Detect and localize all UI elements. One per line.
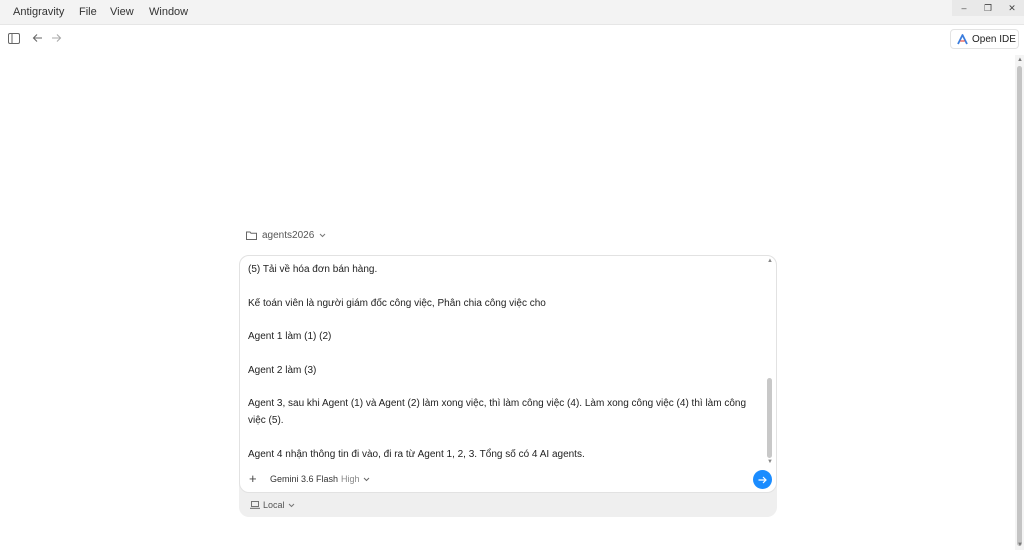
environment-label: Local <box>263 500 285 510</box>
prompt-text[interactable]: (5) Tải về hóa đơn bán hàng. Kế toán viê… <box>248 262 758 464</box>
workspace-name: agents2026 <box>262 229 315 241</box>
send-button[interactable] <box>753 470 772 489</box>
menu-view[interactable]: View <box>110 6 134 18</box>
menu-antigravity[interactable]: Antigravity <box>13 6 64 18</box>
environment-selector[interactable]: Local <box>250 500 295 510</box>
add-context-button[interactable]: + <box>249 472 257 486</box>
arrow-right-icon <box>51 34 61 42</box>
scroll-up-arrow-icon[interactable]: ▲ <box>1016 56 1024 64</box>
restore-button[interactable]: ❐ <box>976 0 1000 16</box>
arrow-left-icon <box>32 34 42 42</box>
chevron-down-icon <box>319 233 326 237</box>
back-button[interactable] <box>30 31 44 45</box>
sidebar-toggle-button[interactable] <box>7 31 21 45</box>
prompt-line: Agent 3, sau khi Agent (1) và Agent (2) … <box>248 398 747 427</box>
chevron-down-icon <box>288 503 294 507</box>
model-selector[interactable]: Gemini 3.6 Flash High <box>270 474 370 484</box>
composer-scroll-down-icon[interactable]: ▼ <box>766 459 774 465</box>
minimize-icon: – <box>961 3 967 13</box>
menubar: Antigravity File View Window – ❐ ✕ <box>0 0 1024 25</box>
prompt-line: (5) Tải về hóa đơn bán hàng. <box>248 264 378 275</box>
open-ide-button[interactable]: Open IDE <box>950 29 1019 49</box>
model-level: High <box>341 474 360 484</box>
arrow-right-icon <box>758 476 767 483</box>
composer-scroll-up-icon[interactable]: ▲ <box>766 258 774 264</box>
workspace-selector[interactable]: agents2026 <box>246 228 326 242</box>
model-name: Gemini 3.6 Flash <box>270 474 339 484</box>
menu-window[interactable]: Window <box>149 6 188 18</box>
laptop-icon <box>250 501 260 509</box>
chevron-down-icon <box>363 477 369 481</box>
prompt-blank-line <box>248 312 758 329</box>
restore-icon: ❐ <box>983 2 993 13</box>
menu-file[interactable]: File <box>79 6 97 18</box>
prompt-blank-line <box>248 380 758 397</box>
app-window: Antigravity File View Window – ❐ ✕ Open … <box>0 0 1024 550</box>
composer-scrollbar-thumb[interactable] <box>767 378 772 458</box>
prompt-blank-line <box>248 279 758 296</box>
sidebar-toggle-icon <box>8 32 20 44</box>
minimize-button[interactable]: – <box>952 0 976 16</box>
forward-button[interactable] <box>49 31 63 45</box>
prompt-blank-line <box>248 346 758 363</box>
open-ide-label: Open IDE <box>972 33 1016 45</box>
prompt-line: Kế toán viên là người giám đốc công việc… <box>248 297 546 309</box>
page-scrollbar-thumb[interactable] <box>1017 66 1022 546</box>
antigravity-logo-icon <box>957 33 968 44</box>
prompt-line: Agent 1 làm (1) (2) <box>248 331 332 343</box>
close-icon: ✕ <box>1008 2 1016 13</box>
scroll-down-arrow-icon[interactable]: ▼ <box>1016 541 1024 549</box>
close-button[interactable]: ✕ <box>1000 0 1024 16</box>
prompt-line: Agent 2 làm (3) <box>248 364 317 376</box>
prompt-line: Agent 4 nhận thông tin đi vào, đi ra từ … <box>248 448 585 460</box>
folder-icon <box>246 231 257 240</box>
prompt-blank-line <box>248 430 758 447</box>
